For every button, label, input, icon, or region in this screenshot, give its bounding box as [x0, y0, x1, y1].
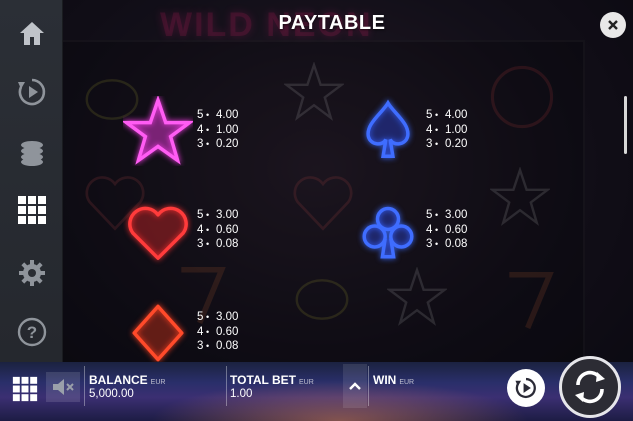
- balance-value: 5,000.00: [89, 388, 134, 400]
- home-button[interactable]: [0, 3, 63, 63]
- autoplay-icon: [17, 78, 45, 106]
- separator: [368, 366, 369, 406]
- page-title: PAYTABLE: [278, 12, 386, 34]
- coins-icon: [20, 141, 43, 166]
- side-menu: ?: [0, 0, 63, 362]
- settings-button[interactable]: [0, 243, 63, 303]
- bet-expand-button[interactable]: [343, 364, 367, 408]
- spade-symbol-icon: [366, 99, 410, 158]
- mute-speaker-icon: [53, 379, 74, 395]
- autoplay-button[interactable]: [507, 369, 545, 407]
- spin-arrows-icon: [575, 370, 605, 404]
- autoplay-icon: [515, 377, 536, 398]
- spin-button[interactable]: [559, 356, 621, 418]
- home-icon: [19, 22, 44, 45]
- balance-label: BALANCE EUR: [89, 373, 166, 387]
- paytable-button[interactable]: [0, 180, 63, 240]
- settings-gear-icon: [18, 260, 45, 286]
- autoplay-button[interactable]: [0, 62, 63, 122]
- svg-text:?: ?: [26, 323, 36, 342]
- heart-payouts: 5 • 3.00 4 • 0.60 3 • 0.08: [197, 209, 239, 250]
- close-button[interactable]: [600, 12, 626, 38]
- bet-button[interactable]: [0, 122, 63, 182]
- bottom-bar-glow: [150, 380, 530, 421]
- sound-toggle-button[interactable]: [46, 372, 80, 402]
- help-icon: ?: [17, 317, 46, 347]
- menu-grid-icon: [12, 376, 38, 402]
- paytable-grid-icon: [17, 196, 46, 224]
- star-symbol-icon: [123, 96, 193, 165]
- diamond-payouts: 5 • 3.00 4 • 0.60 3 • 0.08: [197, 311, 239, 352]
- paytable-scrollbar[interactable]: [624, 96, 627, 154]
- menu-button[interactable]: [8, 372, 42, 406]
- help-button[interactable]: ?: [0, 302, 63, 362]
- star-payouts: 5 • 4.00 4 • 1.00 3 • 0.20: [197, 109, 239, 150]
- chevron-up-icon: [349, 382, 361, 390]
- paytable-panel: PAYTABLE 5 • 4.00 4 • 1.00 3 • 0.20 5 • 4.00 4 • 1…: [63, 0, 633, 362]
- diamond-symbol-icon: [132, 304, 184, 362]
- separator: [84, 366, 85, 406]
- total-bet-value: 1.00: [230, 388, 253, 400]
- total-bet-label: TOTAL BET EUR: [230, 373, 314, 387]
- close-icon: [608, 20, 618, 30]
- club-payouts: 5 • 3.00 4 • 0.60 3 • 0.08: [426, 209, 468, 250]
- club-symbol-icon: [362, 206, 414, 259]
- heart-symbol-icon: [128, 206, 188, 260]
- win-label: WIN EUR: [373, 373, 415, 387]
- spade-payouts: 5 • 4.00 4 • 1.00 3 • 0.20: [426, 109, 468, 150]
- separator: [226, 366, 227, 406]
